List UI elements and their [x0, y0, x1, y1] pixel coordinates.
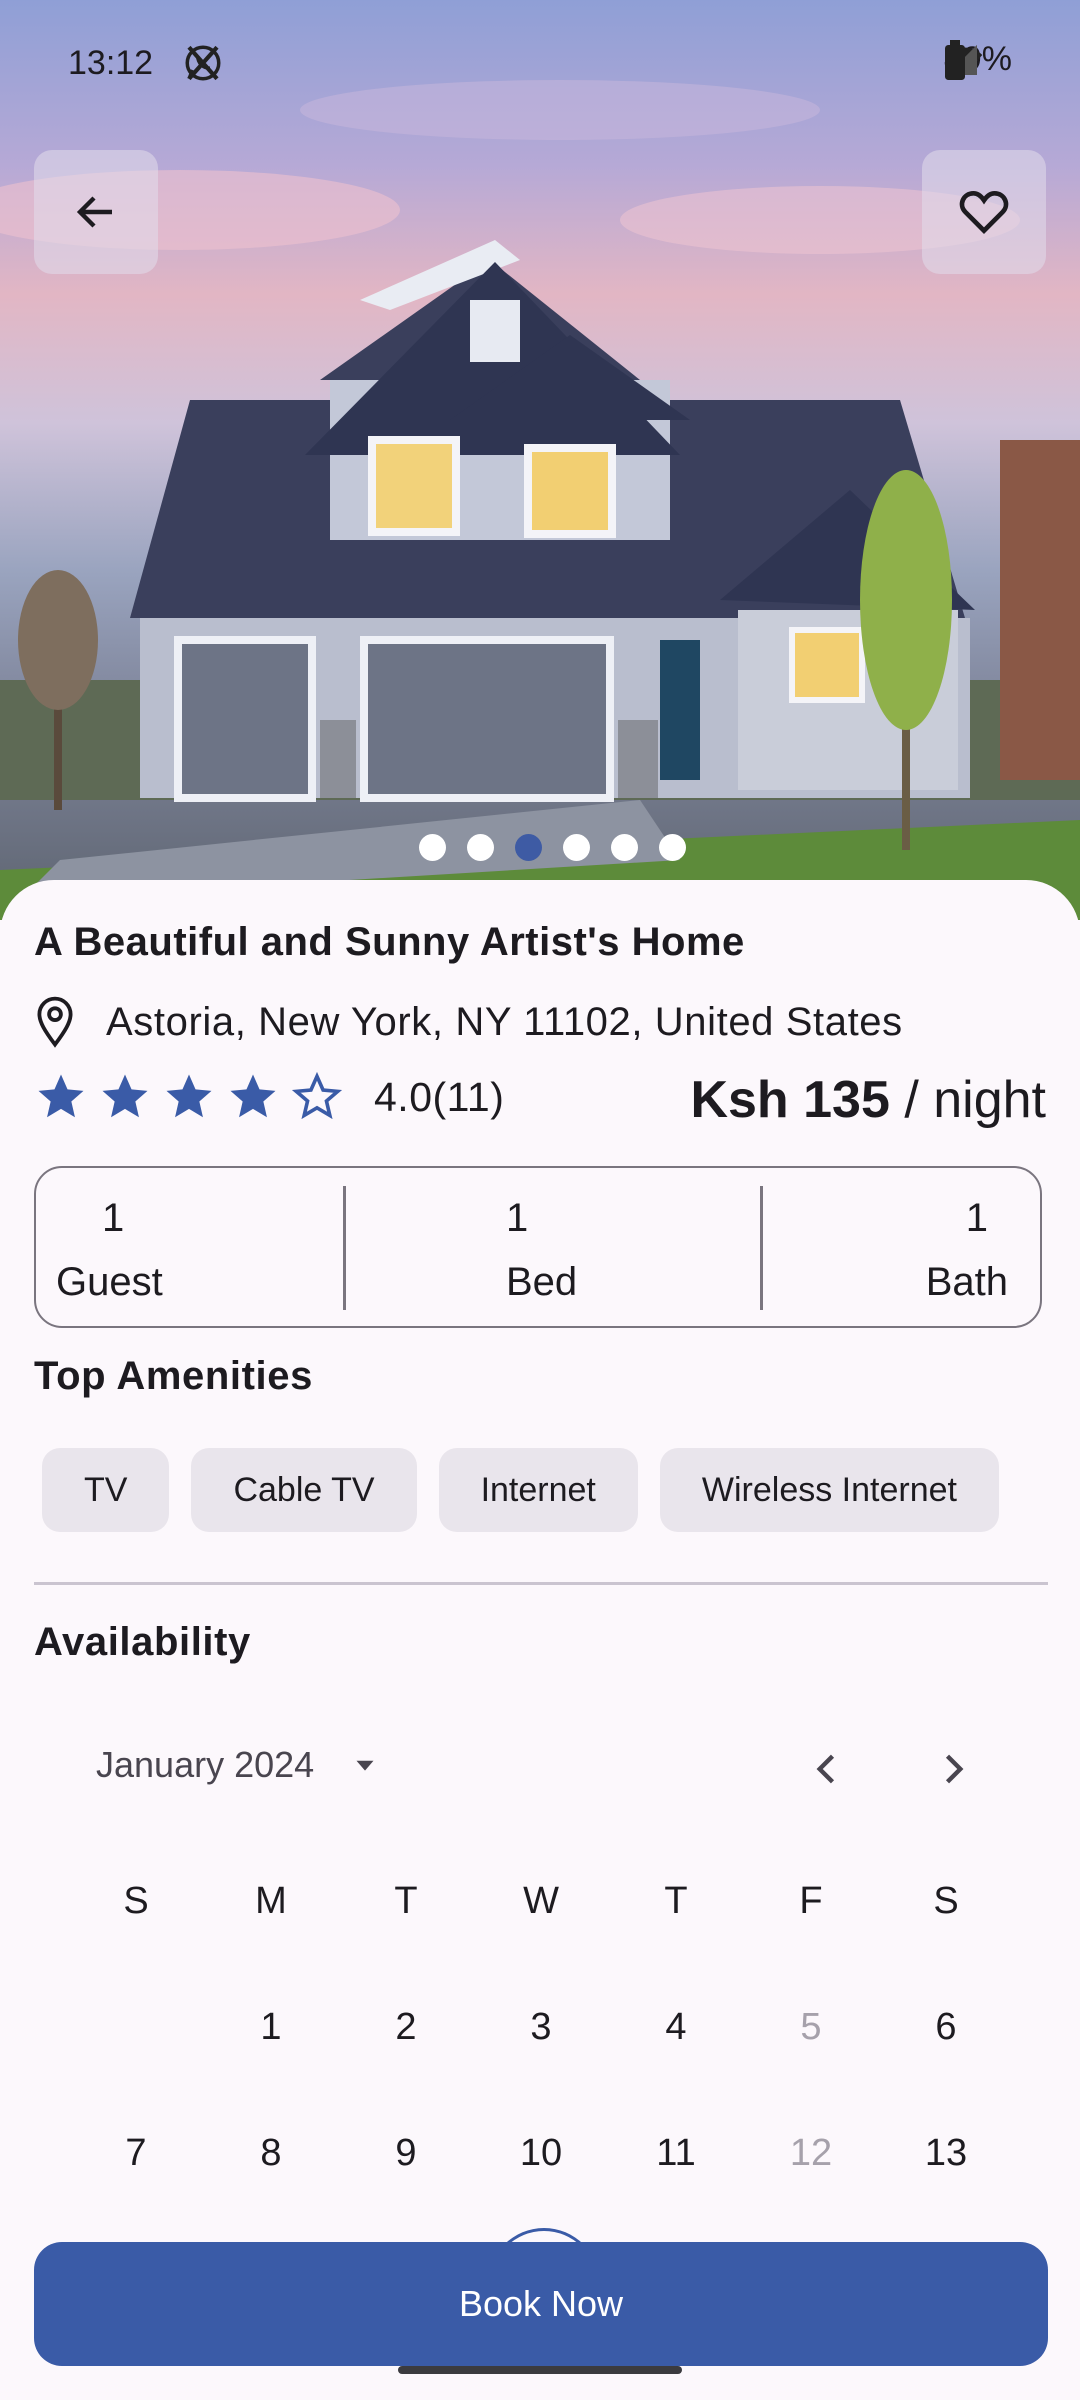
weekday-header: S M T W T F S	[0, 1880, 1080, 1940]
stat-guests: 1 Guest	[56, 1168, 216, 1326]
weekday-label: M	[255, 1880, 287, 1922]
calendar-day-disabled: 5	[800, 2006, 822, 2048]
star-filled-icon	[166, 1074, 212, 1118]
calendar-day[interactable]: 11	[626, 2132, 726, 2175]
carousel-dot[interactable]	[563, 834, 590, 861]
calendar-day[interactable]: 6	[896, 2006, 996, 2049]
weekday-label: S	[933, 1880, 959, 1922]
chevron-left-icon	[816, 1754, 835, 1784]
carousel-indicator[interactable]	[0, 834, 1080, 861]
calendar-day[interactable]: 7	[86, 2132, 186, 2175]
stat-beds-label: Bed	[506, 1260, 578, 1304]
stat-baths-label: Bath	[925, 1260, 1008, 1304]
favorite-button[interactable]	[922, 150, 1046, 274]
availability-heading: Availability	[34, 1620, 251, 1664]
home-indicator[interactable]	[398, 2366, 682, 2374]
location-pin-icon	[37, 996, 73, 1048]
calendar-day[interactable]: 13	[896, 2132, 996, 2175]
stat-baths: 1 Bath	[906, 1168, 1026, 1326]
star-filled-icon	[102, 1074, 148, 1118]
location-text: Astoria, New York, NY 11102, United Stat…	[106, 999, 903, 1044]
x-icon	[187, 45, 219, 81]
star-rating	[34, 1070, 344, 1124]
calendar-day[interactable]: 8	[221, 2132, 321, 2175]
calendar-day[interactable]: 3	[491, 2006, 591, 2049]
calendar-day[interactable]: 4	[626, 2006, 726, 2049]
calendar-day[interactable]: 2	[356, 2006, 456, 2049]
stat-guests-number: 1	[102, 1196, 125, 1240]
star-filled-icon	[38, 1074, 84, 1118]
price: Ksh 135 / night	[690, 1070, 1046, 1130]
house-photo	[0, 80, 1080, 920]
rating-text: 4.0(11)	[374, 1073, 505, 1120]
amenities-heading: Top Amenities	[34, 1354, 313, 1398]
price-amount: Ksh 135	[690, 1071, 890, 1129]
calendar-day[interactable]: 10	[491, 2132, 591, 2175]
previous-month-button[interactable]	[792, 1734, 862, 1804]
price-unit: / night	[889, 1071, 1046, 1129]
amenity-chip[interactable]: TV	[42, 1448, 170, 1532]
heart-icon	[959, 190, 1009, 234]
carousel-dot[interactable]	[419, 834, 446, 861]
carousel-dot-active[interactable]	[515, 834, 542, 861]
back-button[interactable]	[34, 150, 158, 274]
amenities-list: TV Cable TV Internet Wireless Internet	[42, 1448, 999, 1532]
carousel-dot[interactable]	[659, 834, 686, 861]
listing-title: A Beautiful and Sunny Artist's Home	[34, 920, 745, 964]
book-now-button[interactable]: Book Now	[34, 2242, 1048, 2366]
weekday-label: S	[123, 1880, 149, 1922]
stat-beds-number: 1	[506, 1196, 529, 1240]
calendar-day-disabled: 12	[789, 2132, 833, 2174]
amenity-chip[interactable]: Cable TV	[191, 1448, 417, 1532]
battery-icon	[944, 40, 965, 80]
section-divider	[34, 1582, 1048, 1585]
amenity-chip[interactable]: Wireless Internet	[659, 1448, 999, 1532]
stat-beds: 1 Bed	[506, 1168, 626, 1326]
month-label: January 2024	[96, 1744, 315, 1785]
weekday-label: W	[523, 1880, 559, 1922]
carousel-dot[interactable]	[467, 834, 494, 861]
arrow-back-icon	[76, 196, 112, 228]
star-filled-icon	[230, 1074, 276, 1118]
rating-row: 4.0(11)	[34, 1070, 504, 1124]
location-row: Astoria, New York, NY 11102, United Stat…	[34, 996, 903, 1048]
divider	[343, 1186, 346, 1310]
weekday-label: T	[664, 1880, 688, 1922]
room-stats: 1 Guest 1 Bed 1 Bath	[34, 1166, 1042, 1328]
listing-hero-image[interactable]: 13:12 49%	[0, 0, 1080, 920]
amenity-chip[interactable]: Internet	[438, 1448, 638, 1532]
month-selector[interactable]: January 2024	[96, 1744, 382, 1786]
star-outline-icon	[291, 1071, 343, 1120]
calendar-day[interactable]: 9	[356, 2132, 456, 2175]
calendar-day[interactable]: 1	[221, 2006, 321, 2049]
weekday-label: T	[394, 1880, 418, 1922]
next-month-button[interactable]	[918, 1734, 988, 1804]
divider	[760, 1186, 763, 1310]
dropdown-arrow-icon	[356, 1760, 374, 1771]
chevron-right-icon	[945, 1754, 964, 1784]
weekday-label: F	[799, 1880, 823, 1922]
calendar-week: 1 2 3 4 5 6	[0, 2006, 1080, 2066]
carousel-dot[interactable]	[611, 834, 638, 861]
stat-baths-number: 1	[965, 1196, 988, 1240]
stat-guests-label: Guest	[56, 1260, 163, 1304]
status-time: 13:12	[68, 44, 154, 82]
calendar-week: 7 8 9 10 11 12 13	[0, 2132, 1080, 2192]
status-bar: 13:12 49%	[0, 0, 1080, 130]
